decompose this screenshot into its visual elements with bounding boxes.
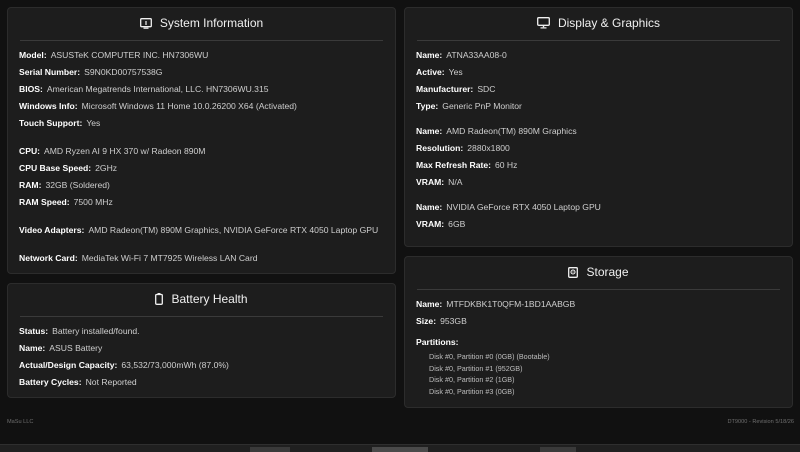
battery-icon xyxy=(155,293,164,305)
battery-health-title: Battery Health xyxy=(171,292,248,306)
display-graphics-title: Display & Graphics xyxy=(557,16,661,30)
info-row-ram-speed: RAM Speed: 7500 MHz xyxy=(19,197,113,207)
battery-health-panel: Battery Health Status: Battery installed/… xyxy=(7,283,396,398)
battery-health-header: Battery Health xyxy=(8,284,395,314)
info-row-cpu-speed: CPU Base Speed: 2GHz xyxy=(19,163,118,173)
gpu2-row-name: Name: NVIDIA GeForce RTX 4050 Laptop GPU xyxy=(416,202,601,212)
display-row-active: Active: Yes xyxy=(416,67,463,77)
partition-item: Disk #0, Partition #2 (1GB) xyxy=(429,375,515,384)
display-row-type: Type: Generic PnP Monitor xyxy=(416,101,522,111)
gpu-row-refresh-rate: Max Refresh Rate: 60 Hz xyxy=(416,160,518,170)
info-row-windows: Windows Info: Microsoft Windows 11 Home 1… xyxy=(19,101,297,111)
desktop-monitor-icon xyxy=(537,17,550,29)
gpu-row-vram: VRAM: N/A xyxy=(416,177,463,187)
info-row-bios: BIOS: American Megatrends International, … xyxy=(19,84,269,94)
storage-row-name: Name: MTFDKBK1T0QFM-1BD1AABGB xyxy=(416,299,576,309)
storage-panel: Storage Name: MTFDKBK1T0QFM-1BD1AABGB Siz… xyxy=(404,256,793,408)
info-row-model: Model: ASUSTeK COMPUTER INC. HN7306WU xyxy=(19,50,209,60)
system-information-title: System Information xyxy=(159,16,264,30)
footer-company: MaSu LLC xyxy=(7,419,34,425)
info-row-cpu: CPU: AMD Ryzen AI 9 HX 370 w/ Radeon 890M xyxy=(19,146,206,156)
hard-drive-icon xyxy=(568,266,579,278)
monitor-info-icon xyxy=(139,17,152,29)
info-row-touch: Touch Support: Yes xyxy=(19,118,101,128)
storage-row-partitions: Partitions: xyxy=(416,337,459,347)
taskbar-button[interactable] xyxy=(250,447,290,452)
system-information-header: System Information xyxy=(8,8,395,38)
gpu-row-name: Name: AMD Radeon(TM) 890M Graphics xyxy=(416,126,577,136)
footer-revision: DT9000 - Revision 5/18/26 xyxy=(727,419,794,425)
partition-item: Disk #0, Partition #3 (0GB) xyxy=(429,386,515,396)
taskbar-button[interactable] xyxy=(372,447,428,452)
info-row-ram: RAM: 32GB (Soldered) xyxy=(19,180,110,190)
display-row-name: Name: ATNA33AA08-0 xyxy=(416,50,507,60)
gpu-row-resolution: Resolution: 2880x1800 xyxy=(416,143,510,153)
taskbar-button[interactable] xyxy=(540,447,576,452)
battery-row-cycles: Battery Cycles: Not Reported xyxy=(19,377,137,387)
partition-item: Disk #0, Partition #1 (952GB) xyxy=(429,363,523,373)
system-information-panel: System Information Model: ASUSTeK COMPUTE… xyxy=(7,7,396,274)
storage-title: Storage xyxy=(586,265,629,279)
battery-row-capacity: Actual/Design Capacity: 63,532/73,000mWh … xyxy=(19,360,229,370)
storage-header: Storage xyxy=(405,257,792,287)
display-graphics-header: Display & Graphics xyxy=(405,8,792,38)
battery-row-status: Status: Battery installed/found. xyxy=(19,326,140,336)
battery-row-name: Name: ASUS Battery xyxy=(19,343,103,353)
gpu2-row-vram: VRAM: 6GB xyxy=(416,219,466,229)
info-row-video-adapters: Video Adapters: AMD Radeon(TM) 890M Graph… xyxy=(19,225,379,235)
storage-row-size: Size: 953GB xyxy=(416,316,467,326)
partition-item: Disk #0, Partition #0 (0GB) (Bootable) xyxy=(429,352,550,361)
display-row-manufacturer: Manufacturer: SDC xyxy=(416,84,496,94)
display-graphics-panel: Display & Graphics Name: ATNA33AA08-0 Act… xyxy=(404,7,793,247)
info-row-network: Network Card: MediaTek Wi-Fi 7 MT7925 Wir… xyxy=(19,253,258,263)
info-row-serial: Serial Number: S9N0KD00757538G xyxy=(19,67,163,77)
taskbar xyxy=(0,444,800,452)
